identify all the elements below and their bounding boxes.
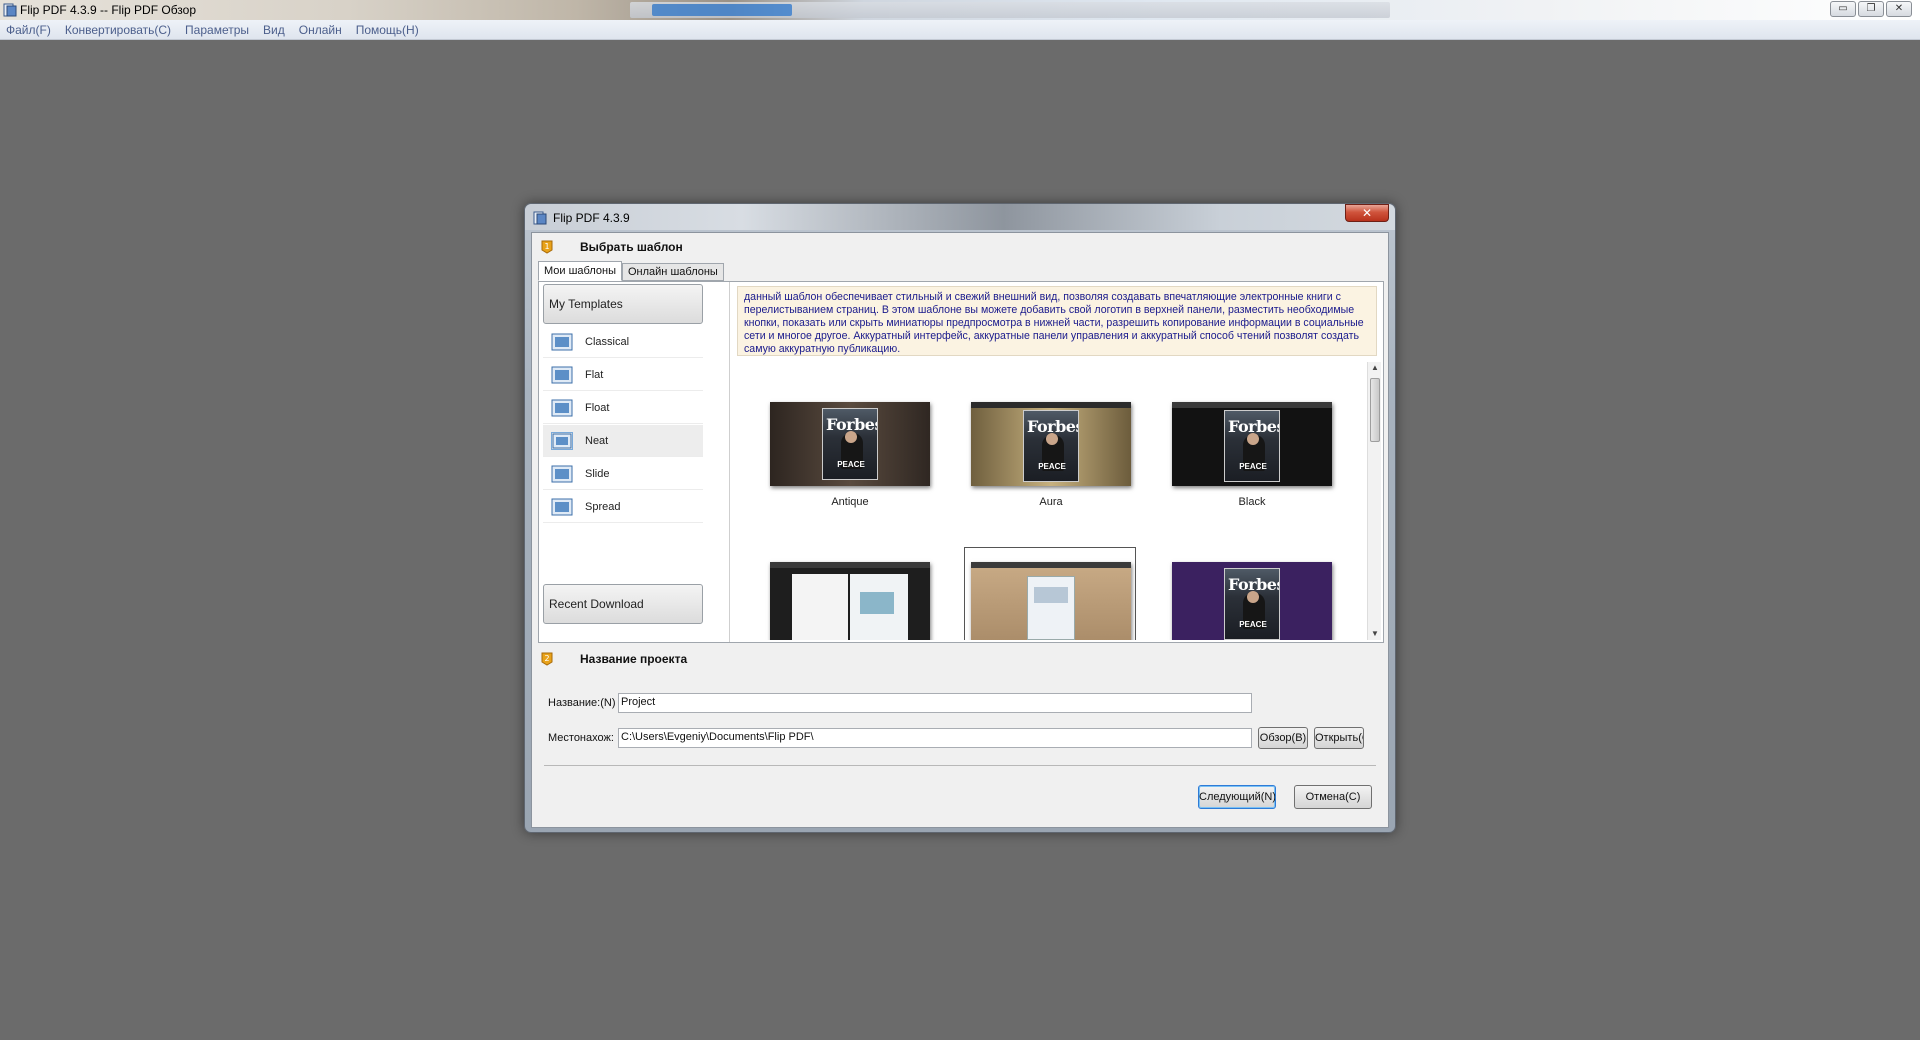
template-label: Float: [585, 401, 610, 414]
thumbnail-black[interactable]: Forbes PEACE: [1172, 402, 1332, 486]
dialog-close-button[interactable]: ✕: [1345, 204, 1389, 222]
menu-file[interactable]: Файл(F): [6, 23, 51, 37]
template-icon: [551, 431, 573, 450]
menu-bar: Файл(F) Конвертировать(C) Параметры Вид …: [0, 20, 1920, 40]
section-title: Выбрать шаблон: [580, 240, 683, 254]
thumbnails-scrollbar[interactable]: ▲ ▼: [1367, 362, 1381, 640]
browse-button[interactable]: Обзор(B): [1258, 727, 1308, 749]
tab-my-templates[interactable]: Мои шаблоны: [538, 261, 622, 281]
menu-convert[interactable]: Конвертировать(C): [65, 23, 171, 37]
app-icon: [3, 3, 17, 17]
thumbnail-neat[interactable]: [971, 562, 1131, 640]
template-dialog: Flip PDF 4.3.9 ✕ 1 Выбрать шаблон Мои ша…: [524, 203, 1396, 833]
section-title: Название проекта: [580, 652, 688, 666]
book-page-right: [850, 574, 908, 640]
recent-download-header[interactable]: Recent Download: [543, 584, 703, 624]
menu-view[interactable]: Вид: [263, 23, 285, 37]
book-page-left: [792, 574, 848, 640]
thumbnail-label: Antique: [831, 496, 869, 508]
menu-settings[interactable]: Параметры: [185, 23, 249, 37]
my-templates-header[interactable]: My Templates: [543, 284, 703, 324]
svg-text:1: 1: [544, 242, 549, 251]
app-titlebar: Flip PDF 4.3.9 -- Flip PDF Обзор ▭ ❐ ✕: [0, 0, 1920, 20]
thumbnail-purple[interactable]: Forbes PEACE: [1172, 562, 1332, 640]
step-2-icon: 2: [541, 652, 553, 666]
magazine-cover-image: Forbes PEACE: [822, 408, 878, 480]
dialog-title: Flip PDF 4.3.9: [553, 211, 630, 225]
template-description: данный шаблон обеспечивает стильный и св…: [737, 286, 1377, 356]
open-folder-button[interactable]: Открыть(O): [1314, 727, 1364, 749]
footer-separator: [544, 765, 1376, 766]
project-name-label: Название:(N): [548, 697, 616, 709]
scroll-down-arrow-icon[interactable]: ▼: [1368, 628, 1382, 640]
scroll-up-arrow-icon[interactable]: ▲: [1368, 362, 1382, 374]
template-item-classical[interactable]: Classical: [543, 326, 703, 358]
magazine-cover-image: Forbes PEACE: [1224, 568, 1280, 640]
thumbnail-label: Aura: [1039, 496, 1063, 508]
minimize-button[interactable]: ▭: [1830, 1, 1856, 17]
template-thumbnails: Forbes PEACE Antique Forbes PEACE Aura F…: [733, 362, 1377, 640]
app-title: Flip PDF 4.3.9 -- Flip PDF Обзор: [20, 3, 197, 17]
template-label: Slide: [585, 467, 610, 480]
project-name-input[interactable]: Project: [618, 693, 1252, 713]
section-choose-template: 1 Выбрать шаблон: [532, 235, 1388, 259]
template-item-float[interactable]: Float: [543, 392, 703, 424]
taskbar-strip: [630, 2, 1390, 18]
step-1-icon: 1: [541, 240, 553, 254]
project-location-input[interactable]: C:\Users\Evgeniy\Documents\Flip PDF\: [618, 728, 1252, 748]
template-icon: [551, 399, 573, 416]
next-button[interactable]: Следующий(N): [1198, 785, 1276, 809]
magazine-cover-image: Forbes PEACE: [1023, 410, 1079, 482]
template-label: Flat: [585, 368, 604, 381]
template-label: Spread: [585, 500, 621, 513]
template-item-slide[interactable]: Slide: [543, 458, 703, 490]
template-item-spread[interactable]: Spread: [543, 491, 703, 523]
close-app-button[interactable]: ✕: [1886, 1, 1912, 17]
template-label: Neat: [585, 434, 609, 447]
thumbnail-label: Black: [1238, 496, 1266, 508]
tab-online-templates[interactable]: Онлайн шаблоны: [622, 263, 724, 281]
section-project-name: 2 Название проекта: [532, 647, 1388, 671]
neat-page-preview: [1027, 576, 1075, 640]
template-icon: [551, 366, 573, 383]
thumbnail-classic-book[interactable]: [770, 562, 930, 640]
project-location-label: Местонахож:: [548, 732, 614, 744]
template-icon: [551, 333, 573, 350]
scroll-thumb[interactable]: [1370, 378, 1380, 442]
svg-text:2: 2: [544, 654, 549, 663]
description-text: данный шаблон обеспечивает стильный и св…: [744, 291, 1364, 355]
dialog-titlebar[interactable]: Flip PDF 4.3.9 ✕: [525, 204, 1395, 230]
thumbnail-aura[interactable]: Forbes PEACE: [971, 402, 1131, 486]
restore-button[interactable]: ❐: [1858, 1, 1884, 17]
template-tabs: Мои шаблоны Онлайн шаблоны: [538, 261, 724, 281]
template-item-flat[interactable]: Flat: [543, 359, 703, 391]
thumbnail-antique[interactable]: Forbes PEACE: [770, 402, 930, 486]
cancel-button[interactable]: Отмена(C): [1294, 785, 1372, 809]
magazine-cover-image: Forbes PEACE: [1224, 410, 1280, 482]
template-list: My Templates Classical Flat Float Neat S…: [541, 284, 707, 640]
menu-online[interactable]: Онлайн: [299, 23, 342, 37]
menu-help[interactable]: Помощь(H): [356, 23, 419, 37]
template-item-neat[interactable]: Neat: [543, 425, 703, 457]
list-divider: [729, 282, 730, 642]
template-icon: [551, 498, 573, 515]
tab-panel: My Templates Classical Flat Float Neat S…: [538, 281, 1384, 643]
template-label: Classical: [585, 335, 630, 348]
dialog-app-icon: [533, 211, 547, 225]
dialog-body: 1 Выбрать шаблон Мои шаблоны Онлайн шабл…: [531, 232, 1389, 828]
template-icon: [551, 465, 573, 482]
